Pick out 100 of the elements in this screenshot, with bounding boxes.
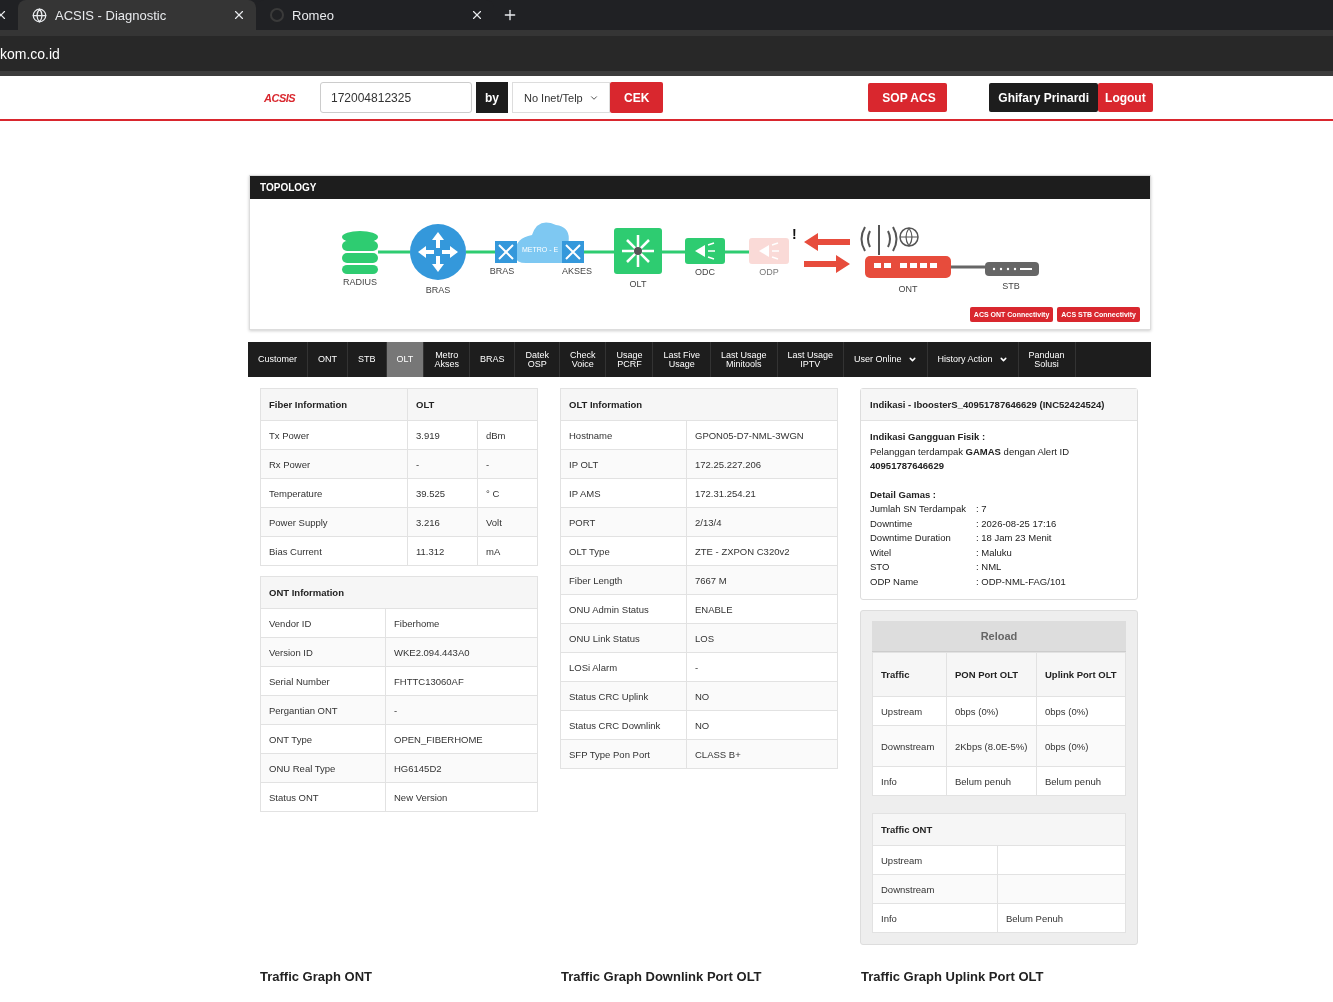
table-cell: ENABLE — [686, 594, 838, 624]
node-label: AKSES — [562, 266, 592, 276]
table-cell: CLASS B+ — [686, 739, 838, 769]
table-cell: IP OLT — [560, 449, 687, 479]
table-cell: 39.525 — [407, 478, 478, 508]
column-header: Fiber Information — [260, 388, 408, 421]
globe-icon — [32, 7, 47, 23]
nav-tab[interactable]: Last Five Usage — [653, 342, 711, 377]
table-cell: ONT Type — [260, 724, 386, 754]
table-cell: OLT Type — [560, 536, 687, 566]
column-header: OLT — [407, 388, 478, 421]
table-title: ONT Information — [260, 576, 538, 609]
table-title: OLT Information — [560, 388, 838, 421]
logout-button[interactable]: Logout — [1098, 83, 1153, 112]
nav-tab[interactable]: Datek OSP — [515, 342, 560, 377]
browser-tab[interactable]: ACSIS - Diagnostic — [18, 0, 256, 30]
table-cell: OPEN_FIBERHOME — [385, 724, 538, 754]
table-cell: LOS — [686, 623, 838, 653]
table-cell: - — [686, 652, 838, 682]
table-cell: Fiberhome — [385, 608, 538, 638]
sop-button[interactable]: SOP ACS — [868, 83, 948, 112]
detail-label: Downtime — [870, 516, 914, 531]
search-type-dropdown[interactable]: No Inet/Telp — [512, 82, 610, 113]
table-cell: 2/13/4 — [686, 507, 838, 537]
table-cell: Status ONT — [260, 782, 386, 812]
detail-value: : 7 — [976, 502, 988, 516]
nav-tab[interactable]: STB — [348, 342, 387, 377]
node-label: OLT — [629, 279, 647, 289]
table-cell: ONU Real Type — [260, 753, 386, 783]
user-button[interactable]: Ghifary Prinardi — [989, 83, 1099, 112]
detail-label: Downtime Duration — [870, 531, 952, 545]
table-cell: - — [385, 695, 538, 725]
table-cell: ONU Admin Status — [560, 594, 687, 624]
node-label: ODP — [759, 267, 779, 277]
table-cell: FHTTC13060AF — [385, 666, 538, 696]
table-cell: mA — [477, 536, 538, 566]
table-cell: 0bps (0%) — [1036, 696, 1126, 726]
table-cell: IP AMS — [560, 478, 687, 508]
nav-tab[interactable]: Panduan Solusi — [1018, 342, 1076, 377]
table-cell: Upstream — [872, 845, 998, 875]
detail-label: Jumlah SN Terdampak — [870, 502, 967, 516]
table-cell: ONU Link Status — [560, 623, 687, 653]
graph-title: Traffic Graph Downlink Port OLT — [561, 969, 763, 984]
node-label: BRAS — [425, 285, 451, 295]
left-arrow-icon — [804, 233, 850, 251]
detail-value: : ODP-NML-FAG/101 — [976, 574, 1067, 589]
table-cell: dBm — [477, 420, 538, 450]
logo: ACSIS — [264, 91, 297, 104]
column-header: PON Port OLT — [946, 652, 1037, 697]
table-cell: Volt — [477, 507, 538, 537]
table-cell: HG6145D2 — [385, 753, 538, 783]
node-label: STB — [1002, 281, 1020, 291]
detail-label: STO — [870, 560, 891, 574]
table-cell: Downstream — [872, 874, 998, 904]
check-button[interactable]: CEK — [610, 82, 664, 113]
table-title: Traffic ONT — [872, 813, 1126, 846]
node-label: BRAS — [489, 266, 515, 276]
nav-tab[interactable]: Last Usage Minitools — [710, 342, 778, 377]
nav-tab[interactable]: ONT — [308, 342, 348, 377]
table-cell: 7667 M — [686, 565, 838, 595]
alert-mark: ! — [792, 226, 797, 242]
nav-tab[interactable]: Metro Akses — [424, 342, 470, 377]
nav-tab[interactable]: OLT — [386, 342, 425, 377]
node-label: ODC — [695, 267, 715, 277]
table-cell: - — [477, 449, 538, 479]
table-cell: - — [407, 449, 478, 479]
close-icon[interactable] — [470, 8, 484, 22]
reload-button[interactable]: Reload — [872, 621, 1126, 652]
address-bar[interactable]: kom.co.id — [0, 45, 60, 62]
new-tab-icon[interactable] — [502, 7, 518, 23]
table-cell: Bias Current — [260, 536, 408, 566]
table-cell: Pergantian ONT — [260, 695, 386, 725]
table-cell: 3.216 — [407, 507, 478, 537]
close-icon[interactable] — [232, 8, 246, 22]
table-cell: Tx Power — [260, 420, 408, 450]
column-header: Uplink Port OLT — [1036, 652, 1126, 697]
nav-tab[interactable]: Usage PCRF — [606, 342, 654, 377]
antenna-icon — [860, 224, 898, 256]
table-cell: Version ID — [260, 637, 386, 667]
globe-icon — [899, 227, 919, 247]
table-cell: Hostname — [560, 420, 687, 450]
nav-tab[interactable]: BRAS — [469, 342, 516, 377]
search-field[interactable]: 172004812325 — [320, 82, 472, 113]
nav-tab[interactable]: Last Usage IPTV — [777, 342, 845, 377]
nav-tab[interactable]: Check Voice — [559, 342, 607, 377]
table-cell: Power Supply — [260, 507, 408, 537]
right-arrow-icon — [804, 255, 850, 273]
nav-tab[interactable]: Customer — [248, 342, 308, 377]
table-cell: SFP Type Pon Port — [560, 739, 687, 769]
loading-icon — [270, 8, 284, 22]
table-cell: ZTE - ZXPON C320v2 — [686, 536, 838, 566]
table-cell: Status CRC Uplink — [560, 681, 687, 711]
detail-label: Witel — [870, 545, 893, 560]
table-cell: Upstream — [872, 696, 947, 726]
table-cell: Temperature — [260, 478, 408, 508]
table-cell: GPON05-D7-NML-3WGN — [686, 420, 838, 450]
nav-tab[interactable]: History Action — [927, 342, 1019, 377]
card-title: Indikasi - IboosterS_40951787646629 (INC52424524) — [870, 399, 1105, 410]
table-cell: Vendor ID — [260, 608, 386, 638]
nav-tab[interactable]: User Online — [844, 342, 928, 377]
